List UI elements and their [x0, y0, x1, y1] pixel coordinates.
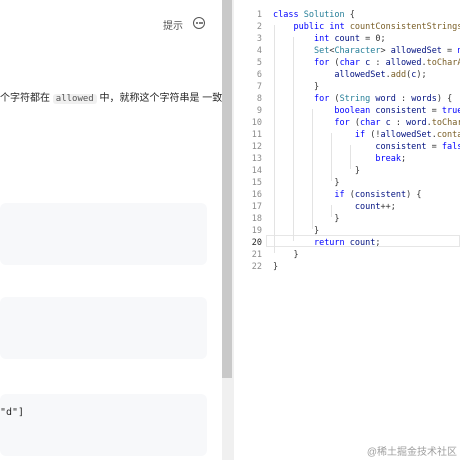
code-text[interactable]: }	[273, 261, 278, 273]
inline-code-allowed: allowed	[52, 94, 97, 104]
line-number: 22	[251, 262, 262, 272]
code-text[interactable]: return count;	[273, 237, 381, 249]
code-text[interactable]: }	[273, 213, 339, 225]
left-panel-scrollbar[interactable]	[222, 0, 232, 378]
code-line[interactable]: 2 public int countConsistentStrings(St	[234, 21, 460, 33]
code-text[interactable]: class Solution {	[273, 9, 355, 21]
code-text[interactable]: if (!allowedSet.contains	[273, 129, 460, 141]
code-text[interactable]: count++;	[273, 201, 396, 213]
example-3-input: "d"]	[0, 407, 25, 418]
problem-description: 个字符都在 allowed 中，就称这个字符串是 一致	[0, 93, 222, 104]
code-text[interactable]: Set<Character> allowedSet = new	[273, 45, 460, 57]
line-number: 4	[256, 46, 262, 56]
line-number: 5	[256, 58, 262, 68]
example-3-box: "d"]	[0, 394, 207, 456]
code-line[interactable]: 18 }	[234, 213, 460, 225]
line-number: 1	[256, 10, 262, 20]
code-text[interactable]: allowedSet.add(c);	[273, 69, 426, 81]
code-line[interactable]: 16 if (consistent) {	[234, 189, 460, 201]
code-text[interactable]: for (String word : words) {	[273, 93, 452, 105]
line-number: 17	[251, 202, 262, 212]
code-line[interactable]: 5 for (char c : allowed.toCharArra	[234, 57, 460, 69]
code-text[interactable]: for (char c : allowed.toCharArra	[273, 57, 460, 69]
example-2-box	[0, 297, 207, 359]
code-text[interactable]: }	[273, 225, 319, 237]
code-line[interactable]: 7 }	[234, 81, 460, 93]
code-text[interactable]: if (consistent) {	[273, 189, 421, 201]
code-line[interactable]: 6 allowedSet.add(c);	[234, 69, 460, 81]
line-number: 7	[256, 82, 262, 92]
line-number: 13	[251, 154, 262, 164]
code-text[interactable]: }	[273, 165, 360, 177]
watermark: @稀土掘金技术社区	[366, 447, 457, 458]
line-number: 21	[251, 250, 262, 260]
line-number: 9	[256, 106, 262, 116]
code-editor[interactable]: 1 class Solution {2 public int countConsi…	[234, 0, 460, 460]
code-line[interactable]: 17 count++;	[234, 201, 460, 213]
code-line[interactable]: 9 boolean consistent = true;	[234, 105, 460, 117]
code-line[interactable]: 20 return count;	[234, 237, 460, 249]
code-text[interactable]: for (char c : word.toCharArra	[273, 117, 460, 129]
line-number: 20	[251, 238, 262, 248]
code-line[interactable]: 22}	[234, 261, 460, 273]
line-number: 11	[251, 130, 262, 140]
code-text[interactable]: }	[273, 177, 339, 189]
line-number: 19	[251, 226, 262, 236]
code-line[interactable]: 10 for (char c : word.toCharArra	[234, 117, 460, 129]
code-line[interactable]: 15 }	[234, 177, 460, 189]
code-line[interactable]: 1 class Solution {	[234, 9, 460, 21]
code-line[interactable]: 12 consistent = false;	[234, 141, 460, 153]
line-number: 18	[251, 214, 262, 224]
code-line[interactable]: 21 }	[234, 249, 460, 261]
line-number: 2	[256, 22, 262, 32]
line-number: 15	[251, 178, 262, 188]
problem-panel: 提示 个字符都在 allowed 中，就称这个字符串是 一致 "d"]	[0, 0, 222, 460]
code-line[interactable]: 8 for (String word : words) {	[234, 93, 460, 105]
line-number: 3	[256, 34, 262, 44]
ellipsis-circle-icon[interactable]	[193, 17, 205, 29]
line-number: 6	[256, 70, 262, 80]
code-line[interactable]: 14 }	[234, 165, 460, 177]
code-line[interactable]: 11 if (!allowedSet.contains	[234, 129, 460, 141]
line-number: 14	[251, 166, 262, 176]
code-line[interactable]: 19 }	[234, 225, 460, 237]
line-number: 10	[251, 118, 262, 128]
code-text[interactable]: break;	[273, 153, 406, 165]
code-line[interactable]: 3 int count = 0;	[234, 33, 460, 45]
hint-button[interactable]: 提示	[163, 17, 183, 32]
code-text[interactable]: public int countConsistentStrings(St	[273, 21, 460, 33]
code-text[interactable]: }	[273, 249, 298, 261]
line-number: 8	[256, 94, 262, 104]
example-1-box	[0, 203, 207, 265]
line-number: 12	[251, 142, 262, 152]
code-text[interactable]: int count = 0;	[273, 33, 386, 45]
code-line[interactable]: 4 Set<Character> allowedSet = new	[234, 45, 460, 57]
code-text[interactable]: }	[273, 81, 319, 93]
code-line[interactable]: 13 break;	[234, 153, 460, 165]
code-text[interactable]: consistent = false;	[273, 141, 460, 153]
code-text[interactable]: boolean consistent = true;	[273, 105, 460, 117]
line-number: 16	[251, 190, 262, 200]
